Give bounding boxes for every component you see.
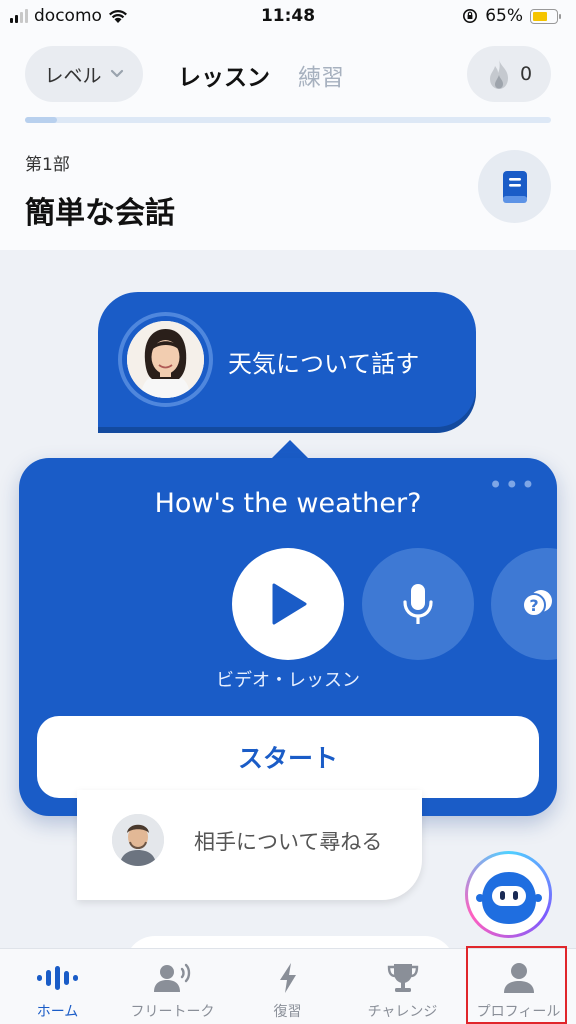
speaking-practice-button[interactable] <box>362 548 474 660</box>
tab-lesson[interactable]: レッスン <box>178 58 270 92</box>
level-label: レベル <box>44 64 102 87</box>
highlight-box <box>466 946 567 1024</box>
tutor-avatar <box>127 321 204 398</box>
play-icon <box>272 583 307 625</box>
nav-review[interactable]: 復習 <box>230 949 345 1024</box>
streak-count: 0 <box>519 63 533 85</box>
nav-label: 復習 <box>273 1004 302 1020</box>
tab-practice[interactable]: 練習 <box>298 58 344 92</box>
lesson-card-title: 相手について尋ねる <box>194 830 383 854</box>
trophy-icon <box>387 964 418 992</box>
tutor-avatar-2 <box>112 814 164 866</box>
rotation-lock-icon <box>463 9 478 23</box>
nav-label: ホーム <box>36 1004 79 1020</box>
lesson-popup: ••• How's the weather? ? ビデオ・レッスン スタート <box>19 458 557 816</box>
microphone-icon <box>403 584 433 624</box>
quiz-button[interactable]: ? <box>491 548 557 660</box>
streak-button[interactable]: 0 <box>467 46 551 102</box>
nav-challenge[interactable]: チャレンジ <box>345 949 460 1024</box>
unit-title: 簡単な会話 <box>25 196 175 231</box>
lesson-node-weather[interactable]: 天気について話す <box>98 292 476 427</box>
flame-icon <box>489 59 508 89</box>
nav-free-talk[interactable]: フリートーク <box>115 949 230 1024</box>
chevron-down-icon <box>110 69 123 78</box>
lightning-icon <box>279 963 296 993</box>
ai-bot-button[interactable] <box>465 851 552 938</box>
waveform-icon <box>36 966 78 990</box>
unit-progress-bar <box>25 117 551 123</box>
activity-label: ビデオ・レッスン <box>216 670 360 691</box>
unit-progress-fill <box>25 117 57 123</box>
robot-icon <box>475 871 542 924</box>
start-button[interactable]: スタート <box>37 716 539 798</box>
battery-icon <box>530 8 561 24</box>
lesson-node-title: 天気について話す <box>228 350 420 378</box>
video-lesson-button[interactable] <box>232 548 344 660</box>
level-dropdown[interactable]: レベル <box>25 46 143 102</box>
nav-home[interactable]: ホーム <box>0 949 115 1024</box>
lesson-node-ask-about-partner[interactable]: 相手について尋ねる <box>77 790 422 900</box>
question-chat-icon: ? <box>522 590 552 617</box>
person-speaking-icon <box>153 963 190 992</box>
nav-label: チャレンジ <box>367 1004 438 1020</box>
part-label: 第1部 <box>25 155 70 175</box>
status-bar: docomo 11:48 65% <box>0 0 576 34</box>
lesson-phrase: How's the weather? <box>154 488 422 519</box>
book-icon <box>502 170 527 203</box>
svg-text:?: ? <box>529 596 538 615</box>
guidebook-button[interactable] <box>478 150 551 223</box>
popup-caret <box>270 440 310 460</box>
nav-label: フリートーク <box>130 1004 215 1020</box>
battery-percent: 65% <box>485 6 523 26</box>
